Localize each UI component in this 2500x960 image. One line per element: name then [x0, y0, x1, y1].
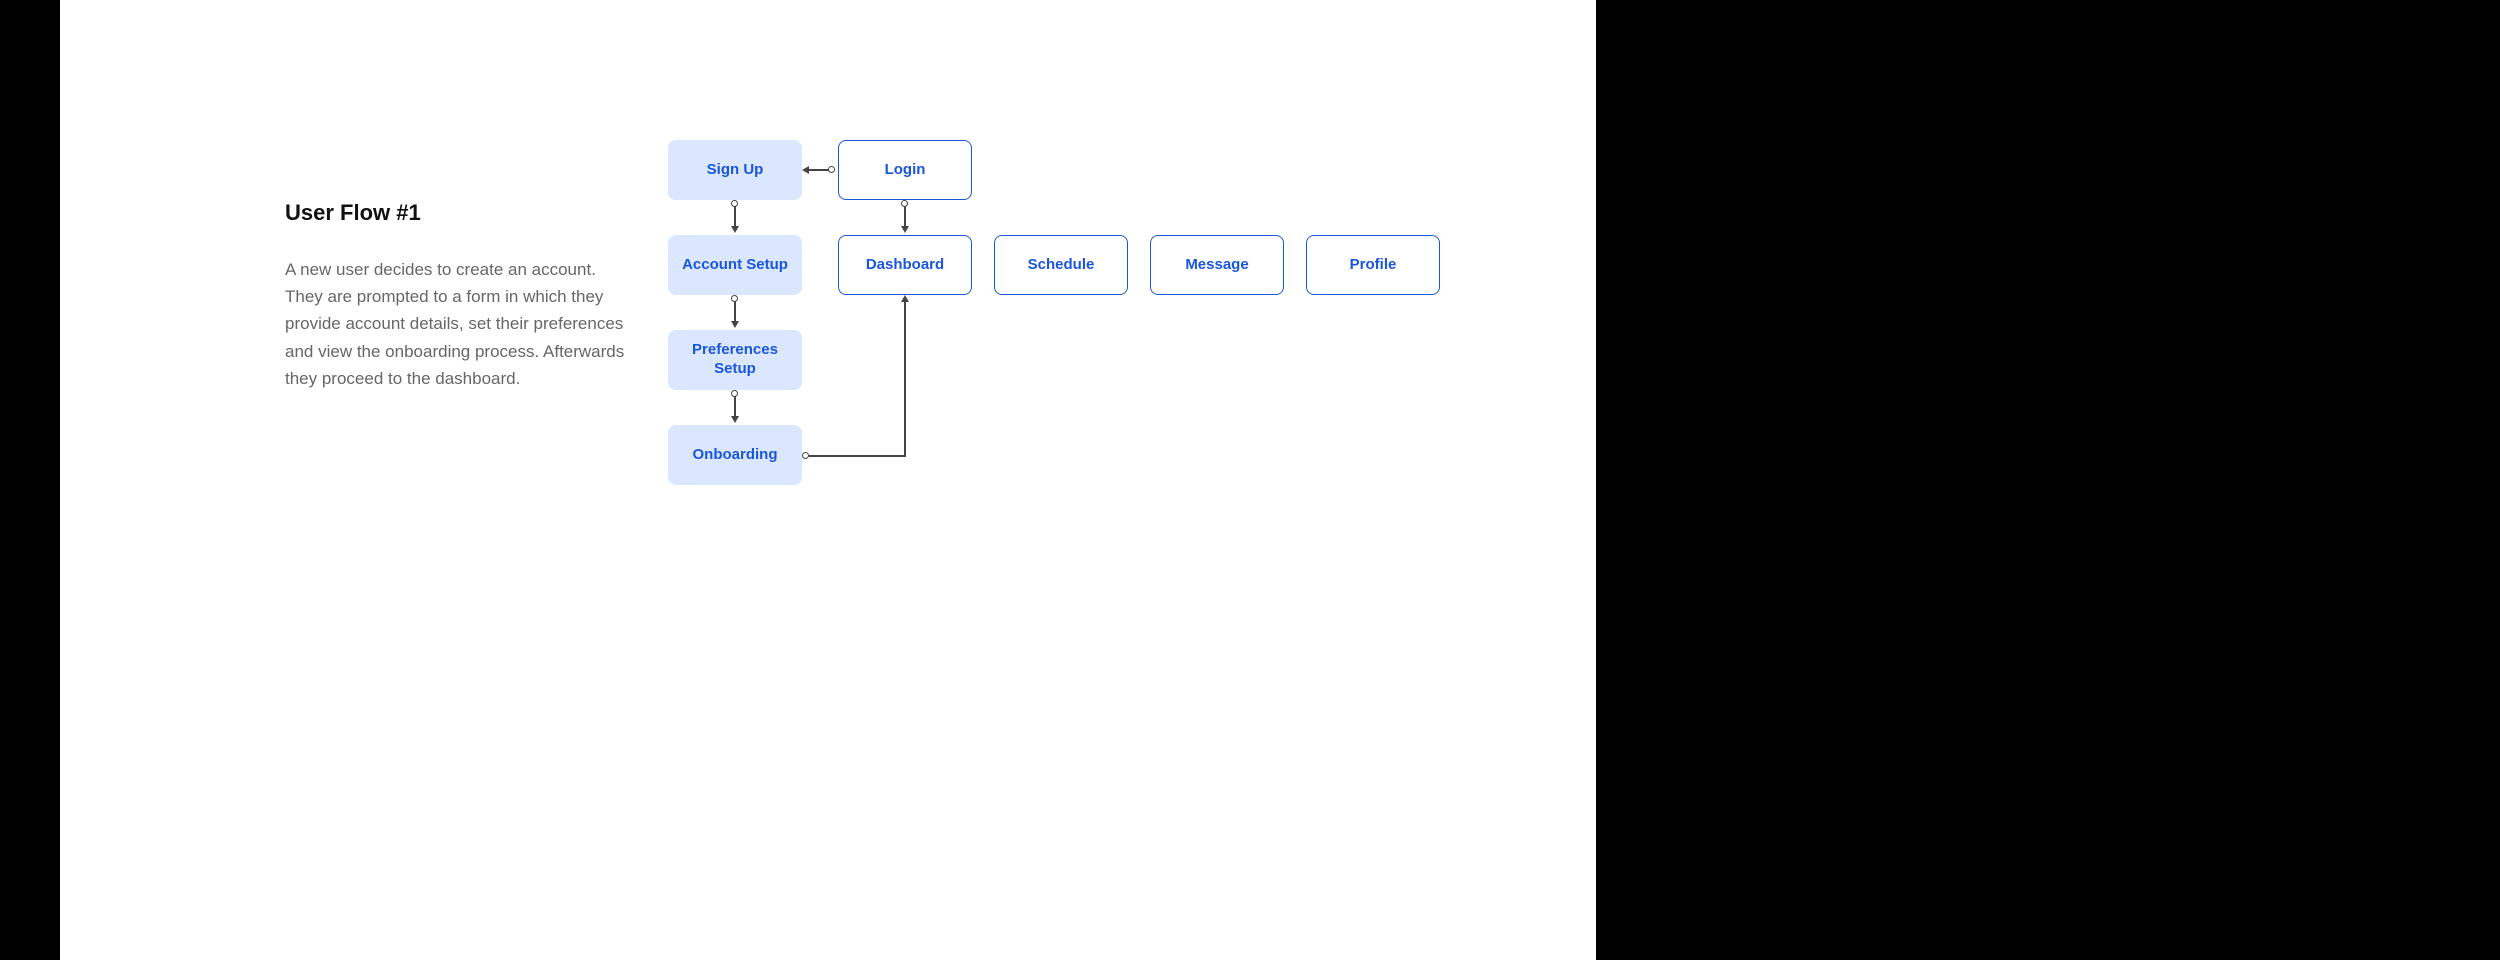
node-login: Login [838, 140, 972, 200]
node-label: Schedule [1028, 256, 1095, 275]
node-label: Dashboard [866, 256, 944, 275]
sidebar: User Flow #1 A new user decides to creat… [285, 200, 635, 392]
node-dashboard: Dashboard [838, 235, 972, 295]
canvas: User Flow #1 A new user decides to creat… [60, 0, 1596, 960]
node-profile: Profile [1306, 235, 1440, 295]
node-onboarding: Onboarding [668, 425, 802, 485]
node-signup: Sign Up [668, 140, 802, 200]
node-account-setup: Account Setup [668, 235, 802, 295]
flow-description: A new user decides to create an account.… [285, 256, 635, 392]
node-label: Login [885, 161, 926, 180]
node-preferences-setup: Preferences Setup [668, 330, 802, 390]
node-label: Preferences Setup [674, 341, 796, 379]
node-label: Onboarding [693, 446, 778, 465]
flow-title: User Flow #1 [285, 200, 635, 226]
node-message: Message [1150, 235, 1284, 295]
node-label: Message [1185, 256, 1248, 275]
node-schedule: Schedule [994, 235, 1128, 295]
node-label: Profile [1350, 256, 1397, 275]
flow-diagram: Sign Up Account Setup Preferences Setup … [668, 140, 1468, 540]
node-label: Sign Up [707, 161, 764, 180]
node-label: Account Setup [682, 256, 788, 275]
